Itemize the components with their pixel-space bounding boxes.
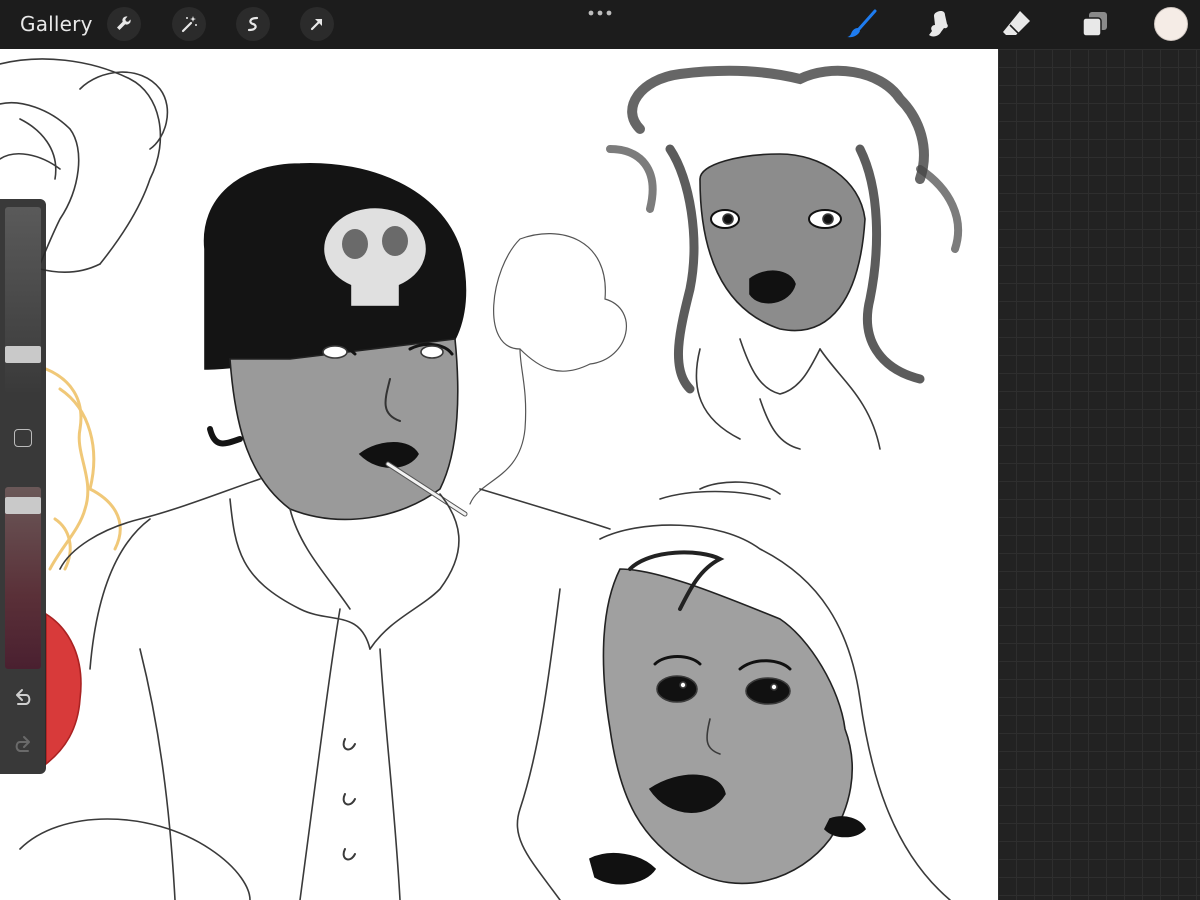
wrench-button[interactable] — [107, 7, 141, 41]
left-sidebar — [0, 199, 46, 774]
gallery-button[interactable]: Gallery — [20, 12, 93, 36]
bob-girl-drawing — [516, 481, 951, 900]
selection-button[interactable] — [236, 7, 270, 41]
color-swatch-button[interactable] — [1154, 7, 1188, 41]
selection-icon — [247, 16, 259, 32]
wrench-icon — [117, 16, 131, 30]
magic-wand-icon — [181, 16, 197, 33]
top-toolbar: Gallery — [0, 0, 1200, 50]
brush-icon — [847, 9, 877, 38]
redo-icon[interactable] — [12, 734, 34, 756]
yellow-hair-sketch — [44, 367, 122, 571]
eraser-icon — [1003, 11, 1030, 36]
red-shape — [45, 612, 82, 766]
beanie-man-drawing — [19, 163, 627, 900]
smudge-tool-button[interactable] — [923, 8, 955, 40]
opacity-handle[interactable] — [5, 496, 41, 514]
layers-button[interactable] — [1079, 8, 1111, 40]
adjustments-button[interactable] — [172, 7, 206, 41]
drawing-canvas[interactable] — [0, 49, 998, 900]
layers-icon — [1082, 12, 1107, 37]
square-icon[interactable] — [14, 429, 32, 447]
artwork — [0, 58, 963, 900]
transform-arrow-icon — [310, 18, 323, 31]
brush-tool-button[interactable] — [846, 8, 878, 40]
brush-size-handle[interactable] — [5, 346, 41, 364]
brush-size-slider[interactable] — [5, 207, 41, 392]
smudge-icon — [929, 11, 948, 37]
workspace-background — [998, 49, 1200, 900]
undo-icon[interactable] — [12, 687, 34, 709]
transform-button[interactable] — [300, 7, 334, 41]
ellipsis-icon[interactable] — [586, 6, 614, 20]
pigtail-girl-drawing — [606, 65, 963, 450]
eraser-tool-button[interactable] — [1001, 8, 1033, 40]
opacity-slider[interactable] — [5, 487, 41, 669]
